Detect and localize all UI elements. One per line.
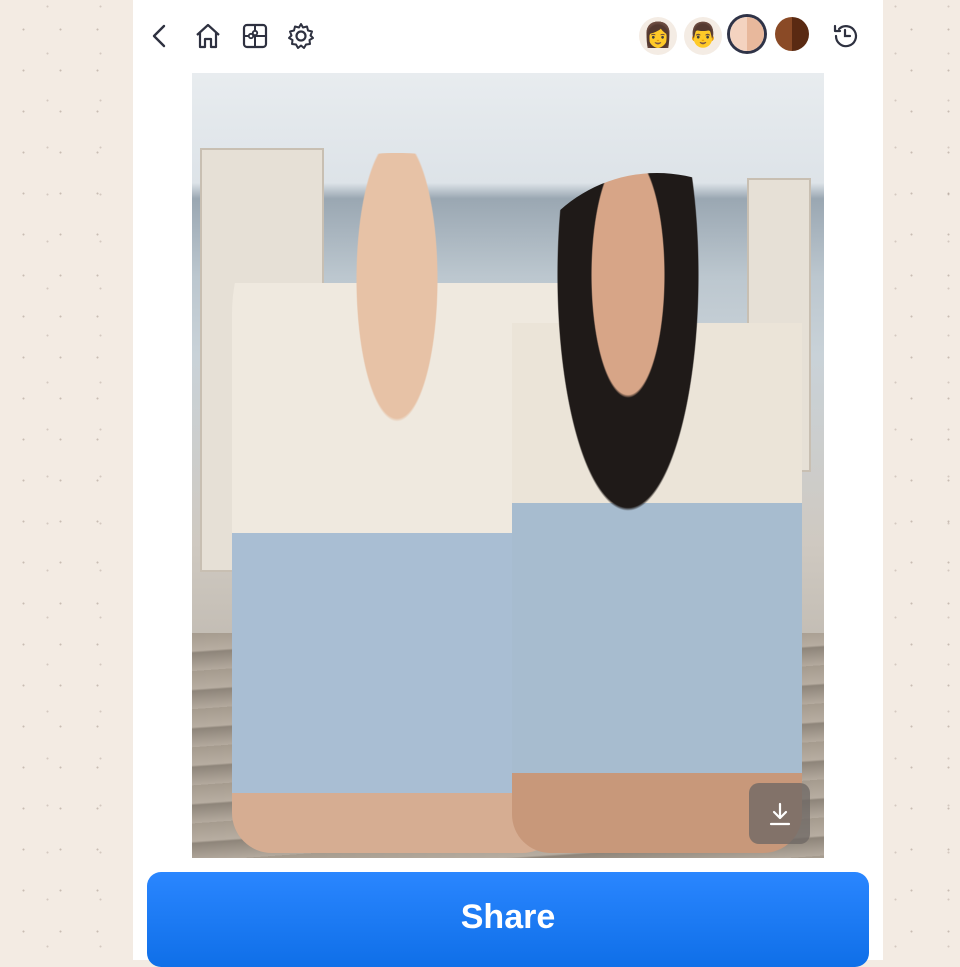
top-toolbar: 👩 👨 xyxy=(133,0,883,72)
man-avatar-option[interactable]: 👨 xyxy=(684,17,722,55)
share-button[interactable]: Share xyxy=(147,872,869,967)
back-button[interactable] xyxy=(141,17,179,55)
skin-tone-light[interactable] xyxy=(730,17,764,51)
gear-icon xyxy=(288,23,314,49)
home-icon xyxy=(196,23,220,49)
download-button[interactable] xyxy=(749,783,810,844)
settings-button[interactable] xyxy=(282,17,320,55)
back-icon xyxy=(152,24,166,48)
download-icon xyxy=(769,802,790,825)
woman-figure xyxy=(512,173,802,853)
history-icon xyxy=(833,24,858,48)
woman-avatar-option[interactable]: 👩 xyxy=(639,17,677,55)
puzzle-icon xyxy=(242,23,268,49)
generated-portrait-image xyxy=(192,73,824,858)
app-panel: 👩 👨 Share xyxy=(133,0,883,967)
home-button[interactable] xyxy=(189,17,227,55)
history-button[interactable] xyxy=(826,17,864,55)
puzzle-button[interactable] xyxy=(236,17,274,55)
skin-tone-dark[interactable] xyxy=(775,17,809,51)
